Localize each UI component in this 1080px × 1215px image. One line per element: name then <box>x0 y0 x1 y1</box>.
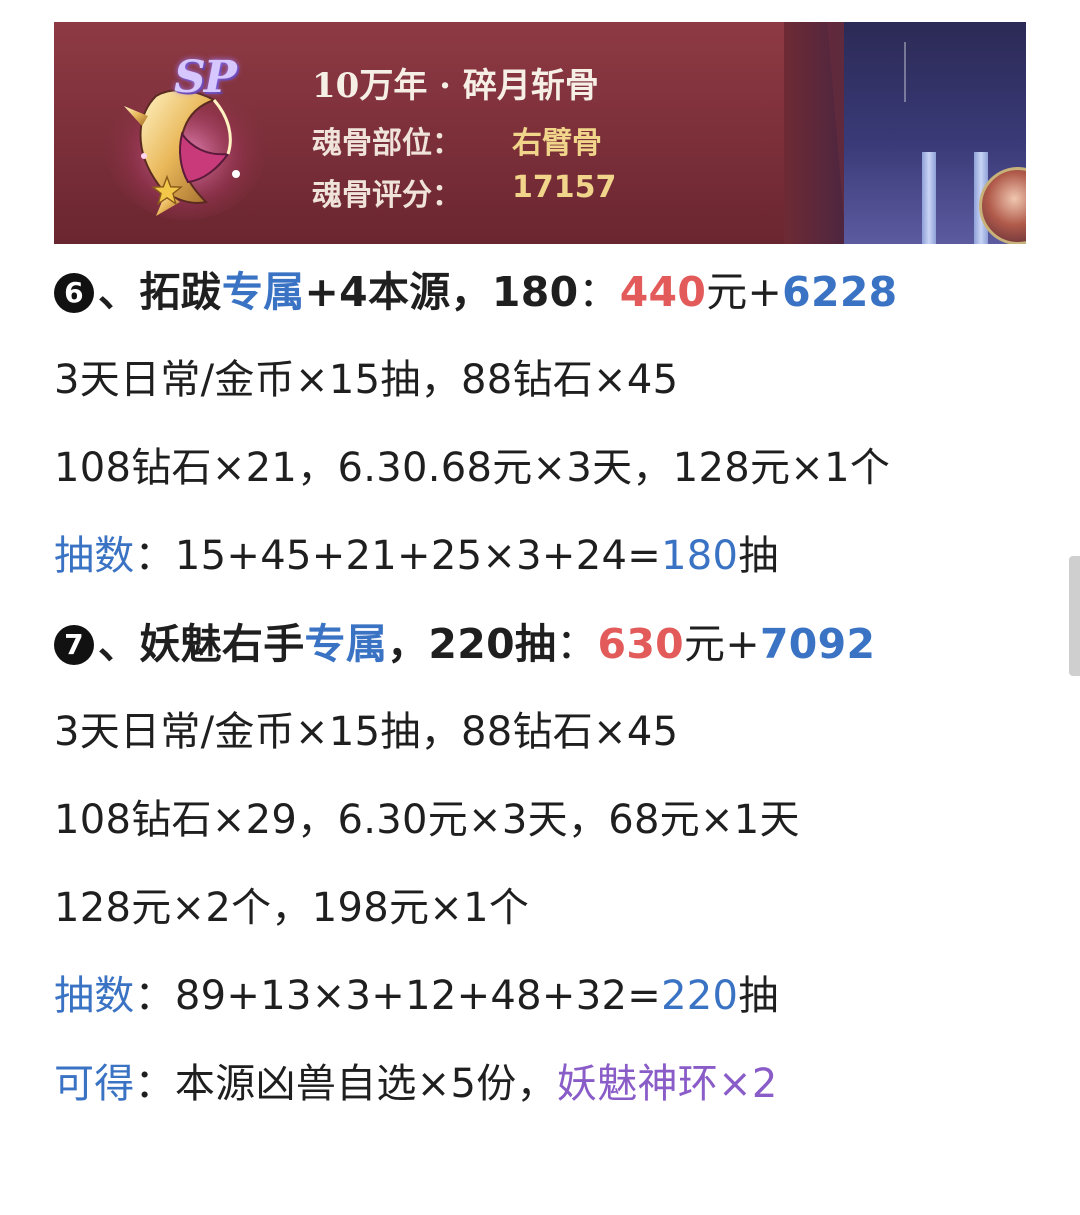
rewards-text: 本源凶兽自选×5份， <box>174 1061 557 1107</box>
heading-detail: ，220抽 <box>387 620 557 668</box>
scene-pillar <box>922 152 936 244</box>
heading-name: 妖魅右手 <box>139 620 305 668</box>
draws-suffix: 抽 <box>738 973 779 1019</box>
section-6-draws: 抽数：15+45+21+25×3+24=180抽 <box>54 526 779 586</box>
heading-diamonds: 7092 <box>759 620 876 668</box>
soul-bone-part-row: 魂骨部位： 右臂骨 <box>312 118 602 162</box>
soul-bone-score-row: 魂骨评分： 17157 <box>312 170 616 214</box>
section-6-line-1: 3天日常/金币×15抽，88钻石×45 <box>54 357 679 403</box>
heading-name: 拓跋 <box>139 268 222 316</box>
scrollbar-thumb[interactable] <box>1069 556 1080 676</box>
heading-unit: 元+ <box>684 620 760 668</box>
heading-sep: 、 <box>98 620 140 668</box>
soul-bone-banner: SP 10万年 · 碎月斩骨 魂骨部位： 右臂骨 魂骨评分： 17157 <box>54 22 1026 244</box>
heading-exclusive: 专属 <box>221 268 305 316</box>
section-7-line-1: 3天日常/金币×15抽，88钻石×45 <box>54 709 679 755</box>
draws-label: 抽数 <box>54 973 135 1019</box>
circled-number: 7 <box>54 625 94 665</box>
heading-unit: 元+ <box>706 268 783 316</box>
part-label: 魂骨部位： <box>312 126 462 161</box>
draws-formula: 15+45+21+25×3+24= <box>174 533 662 579</box>
heading-price: 440 <box>619 268 707 316</box>
section-7-line-2: 108钻石×29，6.30元×3天，68元×1天 <box>54 797 800 843</box>
heading-diamonds: 6228 <box>782 268 898 316</box>
soul-bone-title: 10万年 · 碎月斩骨 <box>312 66 599 106</box>
section-7-draws: 抽数：89+13×3+12+48+32=220抽 <box>54 966 779 1026</box>
draws-label: 抽数 <box>54 533 135 579</box>
part-value: 右臂骨 <box>512 126 602 161</box>
sp-badge: SP <box>174 52 237 103</box>
score-value: 17157 <box>512 170 617 205</box>
star-icon <box>150 174 184 206</box>
rewards-label: 可得 <box>54 1061 135 1107</box>
draws-total: 180 <box>661 533 739 579</box>
heading-sep: 、 <box>98 268 140 316</box>
score-label: 魂骨评分： <box>312 178 462 213</box>
heading-detail: +4本源，180 <box>304 268 579 316</box>
heading-colon: ： <box>578 268 620 316</box>
section-6-line-2: 108钻石×21，6.30.68元×3天，128元×1个 <box>54 445 891 491</box>
banner-frame-edge <box>784 22 846 244</box>
section-6-heading: 6 、拓跋专属+4本源，180：440元+6228 <box>54 262 897 322</box>
draws-total: 220 <box>661 973 739 1019</box>
heading-price: 630 <box>597 620 685 668</box>
heading-exclusive: 专属 <box>304 620 388 668</box>
rewards-colon: ： <box>134 1061 175 1107</box>
section-7-line-3: 128元×2个，198元×1个 <box>54 885 530 931</box>
draws-colon: ： <box>134 533 175 579</box>
circled-number: 6 <box>54 273 94 313</box>
section-7-heading: 7 、妖魅右手专属，220抽：630元+7092 <box>54 614 875 674</box>
draws-formula: 89+13×3+12+48+32= <box>174 973 662 1019</box>
rewards-highlight: 妖魅神环×2 <box>556 1061 778 1107</box>
draws-suffix: 抽 <box>738 533 779 579</box>
heading-colon: ： <box>556 620 598 668</box>
draws-colon: ： <box>134 973 175 1019</box>
section-7-rewards: 可得：本源凶兽自选×5份，妖魅神环×2 <box>54 1054 778 1114</box>
